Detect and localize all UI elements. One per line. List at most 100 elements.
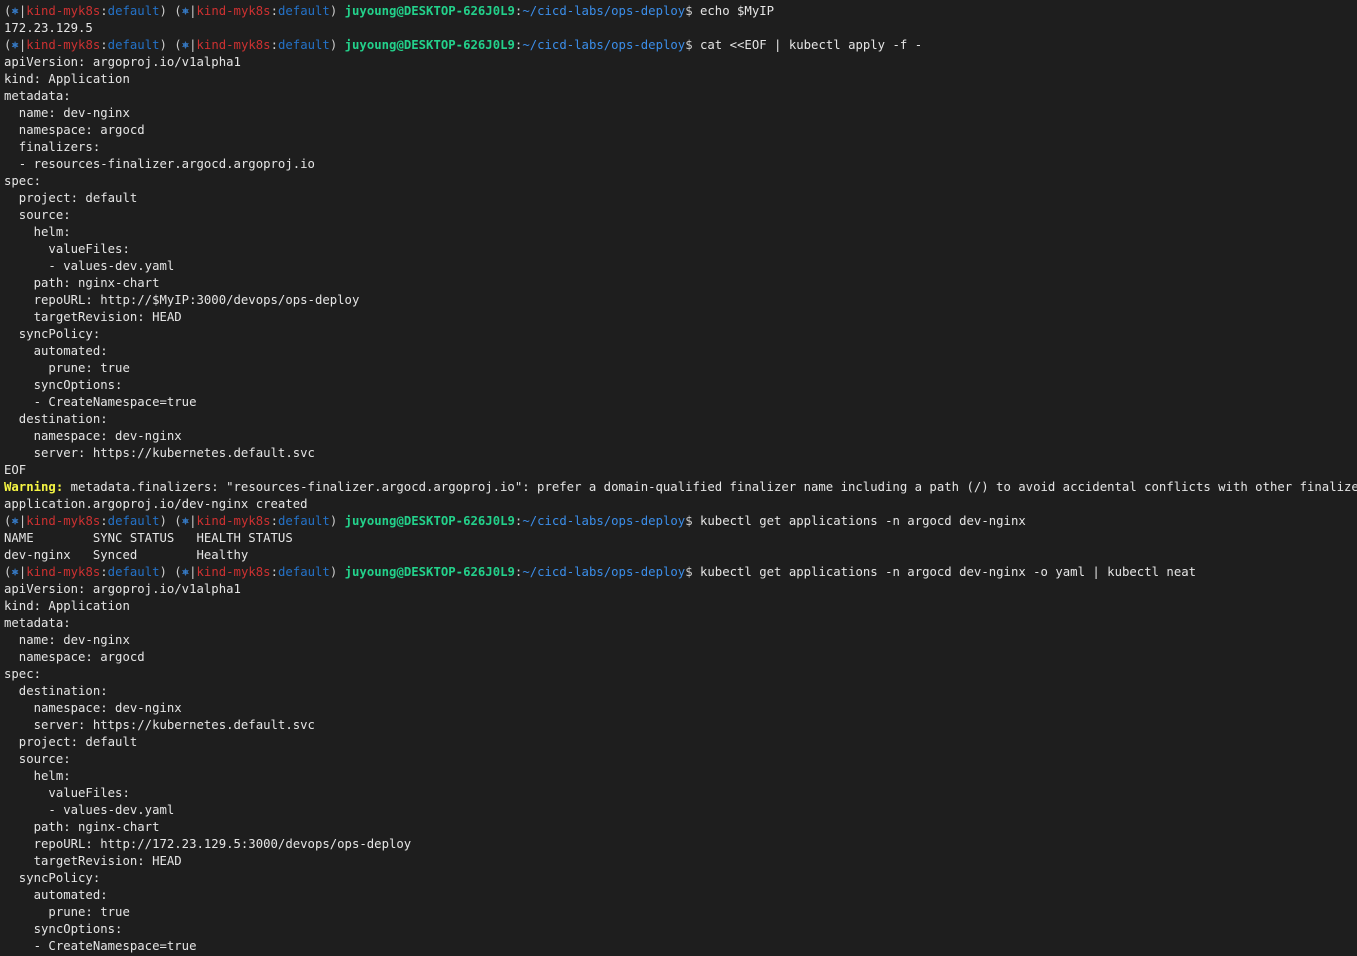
output-line: metadata: bbox=[4, 89, 71, 103]
command-text: kubectl get applications -n argocd dev-n… bbox=[700, 514, 1026, 528]
user-host: juyoung@DESKTOP-626J0L9 bbox=[344, 4, 515, 18]
kubernetes-icon: ⎈ bbox=[181, 4, 190, 18]
command-text: cat <<EOF | kubectl apply -f - bbox=[700, 38, 923, 52]
prompt-symbol: $ bbox=[685, 4, 700, 18]
output-line: apiVersion: argoproj.io/v1alpha1 bbox=[4, 582, 241, 596]
output-line: automated: bbox=[4, 888, 108, 902]
output-line: - CreateNamespace=true bbox=[4, 395, 197, 409]
colon: : bbox=[100, 565, 108, 579]
user-host: juyoung@DESKTOP-626J0L9 bbox=[344, 514, 515, 528]
output-line: prune: true bbox=[4, 905, 130, 919]
output-line: repoURL: http://$MyIP:3000/devops/ops-de… bbox=[4, 293, 360, 307]
output-line: helm: bbox=[4, 225, 71, 239]
paren-close: ) bbox=[329, 514, 345, 528]
kube-namespace: default bbox=[277, 38, 330, 52]
output-line: source: bbox=[4, 752, 71, 766]
output-line: finalizers: bbox=[4, 140, 101, 154]
user-host: juyoung@DESKTOP-626J0L9 bbox=[344, 38, 515, 52]
prompt-line: (⎈|kind-myk8s:default) (⎈|kind-myk8s:def… bbox=[4, 513, 1357, 530]
output-line: 172.23.129.5 bbox=[4, 21, 93, 35]
output-line: apiVersion: argoproj.io/v1alpha1 bbox=[4, 55, 241, 69]
separator: | bbox=[189, 565, 197, 579]
colon: : bbox=[270, 565, 278, 579]
kubernetes-icon: ⎈ bbox=[11, 514, 19, 528]
warning-text: metadata.finalizers: "resources-finalize… bbox=[63, 480, 1357, 494]
kube-context: kind-myk8s bbox=[196, 38, 271, 52]
kube-namespace: default bbox=[107, 38, 160, 52]
output-line: prune: true bbox=[4, 361, 130, 375]
output-line: project: default bbox=[4, 735, 138, 749]
output-line: path: nginx-chart bbox=[4, 276, 160, 290]
paren-close: ) ( bbox=[159, 4, 182, 18]
warning-line: Warning: metadata.finalizers: "resources… bbox=[4, 479, 1357, 496]
output-line: namespace: argocd bbox=[4, 650, 145, 664]
output-line: application.argoproj.io/dev-nginx create… bbox=[4, 497, 308, 511]
kube-context: kind-myk8s bbox=[26, 514, 101, 528]
prompt-line: (⎈|kind-myk8s:default) (⎈|kind-myk8s:def… bbox=[4, 3, 1357, 20]
command-text: echo $MyIP bbox=[700, 4, 775, 18]
working-directory: ~/cicd-labs/ops-deploy bbox=[522, 565, 686, 579]
output-line: namespace: dev-nginx bbox=[4, 429, 182, 443]
output-line: spec: bbox=[4, 667, 42, 681]
colon: : bbox=[270, 514, 278, 528]
kube-context: kind-myk8s bbox=[196, 565, 271, 579]
output-line: name: dev-nginx bbox=[4, 106, 130, 120]
output-line: path: nginx-chart bbox=[4, 820, 160, 834]
colon: : bbox=[100, 514, 108, 528]
output-line: helm: bbox=[4, 769, 71, 783]
prompt-symbol: $ bbox=[685, 565, 700, 579]
kube-namespace: default bbox=[107, 4, 160, 18]
output-line: kind: Application bbox=[4, 599, 130, 613]
output-line: targetRevision: HEAD bbox=[4, 310, 182, 324]
paren-close: ) ( bbox=[159, 38, 182, 52]
kubernetes-icon: ⎈ bbox=[181, 565, 190, 579]
output-line: EOF bbox=[4, 463, 27, 477]
colon: : bbox=[270, 4, 278, 18]
output-line: namespace: dev-nginx bbox=[4, 701, 182, 715]
output-line: NAME SYNC STATUS HEALTH STATUS bbox=[4, 531, 293, 545]
output-line: valueFiles: bbox=[4, 786, 130, 800]
kube-namespace: default bbox=[107, 514, 160, 528]
output-line: automated: bbox=[4, 344, 108, 358]
kubernetes-icon: ⎈ bbox=[181, 38, 190, 52]
kube-context: kind-myk8s bbox=[26, 4, 101, 18]
colon: : bbox=[270, 38, 278, 52]
output-line: server: https://kubernetes.default.svc bbox=[4, 446, 315, 460]
terminal-window[interactable]: (⎈|kind-myk8s:default) (⎈|kind-myk8s:def… bbox=[0, 0, 1357, 956]
output-line: spec: bbox=[4, 174, 42, 188]
output-line: dev-nginx Synced Healthy bbox=[4, 548, 249, 562]
output-line: kind: Application bbox=[4, 72, 130, 86]
kube-context: kind-myk8s bbox=[26, 565, 101, 579]
kube-context: kind-myk8s bbox=[26, 38, 101, 52]
output-line: destination: bbox=[4, 412, 108, 426]
output-line: project: default bbox=[4, 191, 138, 205]
working-directory: ~/cicd-labs/ops-deploy bbox=[522, 514, 686, 528]
output-line: server: https://kubernetes.default.svc bbox=[4, 718, 315, 732]
kube-namespace: default bbox=[107, 565, 160, 579]
output-line: syncOptions: bbox=[4, 378, 123, 392]
kube-context: kind-myk8s bbox=[196, 4, 271, 18]
kube-context: kind-myk8s bbox=[196, 514, 271, 528]
kubernetes-icon: ⎈ bbox=[11, 565, 19, 579]
working-directory: ~/cicd-labs/ops-deploy bbox=[522, 4, 686, 18]
output-line: source: bbox=[4, 208, 71, 222]
kubernetes-icon: ⎈ bbox=[11, 38, 19, 52]
output-line: syncPolicy: bbox=[4, 871, 101, 885]
output-line: namespace: argocd bbox=[4, 123, 145, 137]
output-line: targetRevision: HEAD bbox=[4, 854, 182, 868]
kube-namespace: default bbox=[277, 514, 330, 528]
working-directory: ~/cicd-labs/ops-deploy bbox=[522, 38, 686, 52]
output-line: - values-dev.yaml bbox=[4, 803, 175, 817]
prompt-line: (⎈|kind-myk8s:default) (⎈|kind-myk8s:def… bbox=[4, 564, 1357, 581]
prompt-line: (⎈|kind-myk8s:default) (⎈|kind-myk8s:def… bbox=[4, 37, 1357, 54]
prompt-symbol: $ bbox=[685, 38, 700, 52]
paren-close: ) bbox=[329, 4, 345, 18]
kubernetes-icon: ⎈ bbox=[181, 514, 190, 528]
output-line: - resources-finalizer.argocd.argoproj.io bbox=[4, 157, 315, 171]
colon: : bbox=[100, 4, 108, 18]
kubernetes-icon: ⎈ bbox=[11, 4, 19, 18]
kube-namespace: default bbox=[277, 4, 330, 18]
paren-close: ) bbox=[329, 565, 345, 579]
colon: : bbox=[100, 38, 108, 52]
command-text: kubectl get applications -n argocd dev-n… bbox=[700, 565, 1197, 579]
